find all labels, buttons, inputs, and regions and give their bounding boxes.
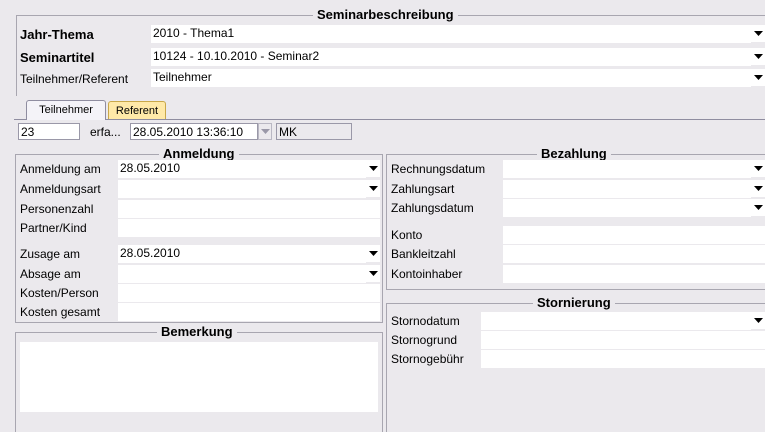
kosten-gesamt-label: Kosten gesamt xyxy=(20,305,101,319)
teilnehmer-referent-label: Teilnehmer/Referent xyxy=(20,72,129,86)
bemerkung-textarea[interactable] xyxy=(20,342,378,412)
anmeldung-am-field[interactable]: 28.05.2010 xyxy=(118,160,366,178)
jahr-thema-field[interactable]: 2010 - Thema1 xyxy=(151,25,751,43)
partner-kind-label: Partner/Kind xyxy=(20,221,87,235)
seminartitel-dropdown[interactable] xyxy=(751,48,765,65)
stornodatum-label: Stornodatum xyxy=(391,314,460,328)
user-field[interactable]: MK xyxy=(276,123,352,140)
rechnungsdatum-label: Rechnungsdatum xyxy=(391,162,486,176)
rechnungsdatum-field[interactable] xyxy=(503,160,751,178)
teilnehmer-referent-field[interactable]: Teilnehmer xyxy=(151,69,751,87)
stornogebuehr-label: Stornogebühr xyxy=(391,352,464,366)
teilnehmer-referent-dropdown[interactable] xyxy=(751,69,765,86)
zahlungsart-dropdown[interactable] xyxy=(751,180,765,197)
zahlungsart-field[interactable] xyxy=(503,180,751,198)
zahlungsart-label: Zahlungsart xyxy=(391,182,455,196)
zusage-am-label: Zusage am xyxy=(20,247,81,261)
seminarbeschreibung-title: Seminarbeschreibung xyxy=(313,8,458,22)
partner-kind-field[interactable] xyxy=(118,219,380,237)
chevron-down-icon xyxy=(753,74,763,80)
stornogrund-label: Stornogrund xyxy=(391,333,458,347)
seminartitel-field[interactable]: 10124 - 10.10.2010 - Seminar2 xyxy=(151,48,751,66)
anmeldungsart-field[interactable] xyxy=(118,180,366,198)
anmeldungsart-dropdown[interactable] xyxy=(366,180,380,197)
anmeldungsart-label: Anmeldungsart xyxy=(20,182,101,196)
zusage-am-field[interactable]: 28.05.2010 xyxy=(118,245,366,263)
chevron-down-icon xyxy=(753,185,763,191)
chevron-down-icon xyxy=(753,53,763,59)
tab-teilnehmer[interactable]: Teilnehmer xyxy=(26,100,106,120)
kontoinhaber-label: Kontoinhaber xyxy=(391,267,463,281)
bemerkung-title: Bemerkung xyxy=(157,325,237,339)
chevron-down-icon xyxy=(753,317,763,323)
stornodatum-dropdown[interactable] xyxy=(751,312,765,329)
record-id-field[interactable]: 23 xyxy=(18,123,80,140)
kontoinhaber-field[interactable] xyxy=(503,265,765,283)
bezahlung-title: Bezahlung xyxy=(537,147,611,161)
zahlungsdatum-dropdown[interactable] xyxy=(751,199,765,216)
konto-label: Konto xyxy=(391,228,423,242)
zahlungsdatum-field[interactable] xyxy=(503,199,751,217)
chevron-down-icon xyxy=(368,185,378,191)
anmeldung-title: Anmeldung xyxy=(159,147,239,161)
bankleitzahl-field[interactable] xyxy=(503,245,765,263)
erfasst-datetime-field[interactable]: 28.05.2010 13:36:10 xyxy=(130,123,258,140)
chevron-down-icon xyxy=(753,30,763,36)
erfasst-label: erfa... xyxy=(90,125,121,139)
bankleitzahl-label: Bankleitzahl xyxy=(391,247,456,261)
kosten-person-label: Kosten/Person xyxy=(20,286,99,300)
personenzahl-label: Personenzahl xyxy=(20,202,94,216)
absage-am-field[interactable] xyxy=(118,265,366,283)
chevron-down-icon xyxy=(260,128,270,134)
seminartitel-label: Seminartitel xyxy=(20,50,95,65)
personenzahl-field[interactable] xyxy=(118,200,380,218)
stornogebuehr-field[interactable] xyxy=(481,350,765,368)
jahr-thema-label: Jahr-Thema xyxy=(20,27,94,42)
stornierung-title: Stornierung xyxy=(533,296,615,310)
zahlungsdatum-label: Zahlungsdatum xyxy=(391,201,474,215)
chevron-down-icon xyxy=(753,204,763,210)
chevron-down-icon xyxy=(368,270,378,276)
rechnungsdatum-dropdown[interactable] xyxy=(751,160,765,177)
anmeldung-am-dropdown[interactable] xyxy=(366,160,380,177)
kosten-person-field[interactable] xyxy=(118,284,380,302)
jahr-thema-dropdown[interactable] xyxy=(751,25,765,42)
absage-am-label: Absage am xyxy=(20,267,81,281)
stornodatum-field[interactable] xyxy=(481,312,751,330)
tab-referent[interactable]: Referent xyxy=(108,101,166,119)
chevron-down-icon xyxy=(368,250,378,256)
chevron-down-icon xyxy=(753,165,763,171)
zusage-am-dropdown[interactable] xyxy=(366,245,380,262)
stornogrund-field[interactable] xyxy=(481,331,765,349)
kosten-gesamt-field[interactable] xyxy=(118,303,380,321)
erfasst-dropdown[interactable] xyxy=(258,123,272,140)
absage-am-dropdown[interactable] xyxy=(366,265,380,282)
chevron-down-icon xyxy=(368,165,378,171)
konto-field[interactable] xyxy=(503,226,765,244)
anmeldung-am-label: Anmeldung am xyxy=(20,162,101,176)
